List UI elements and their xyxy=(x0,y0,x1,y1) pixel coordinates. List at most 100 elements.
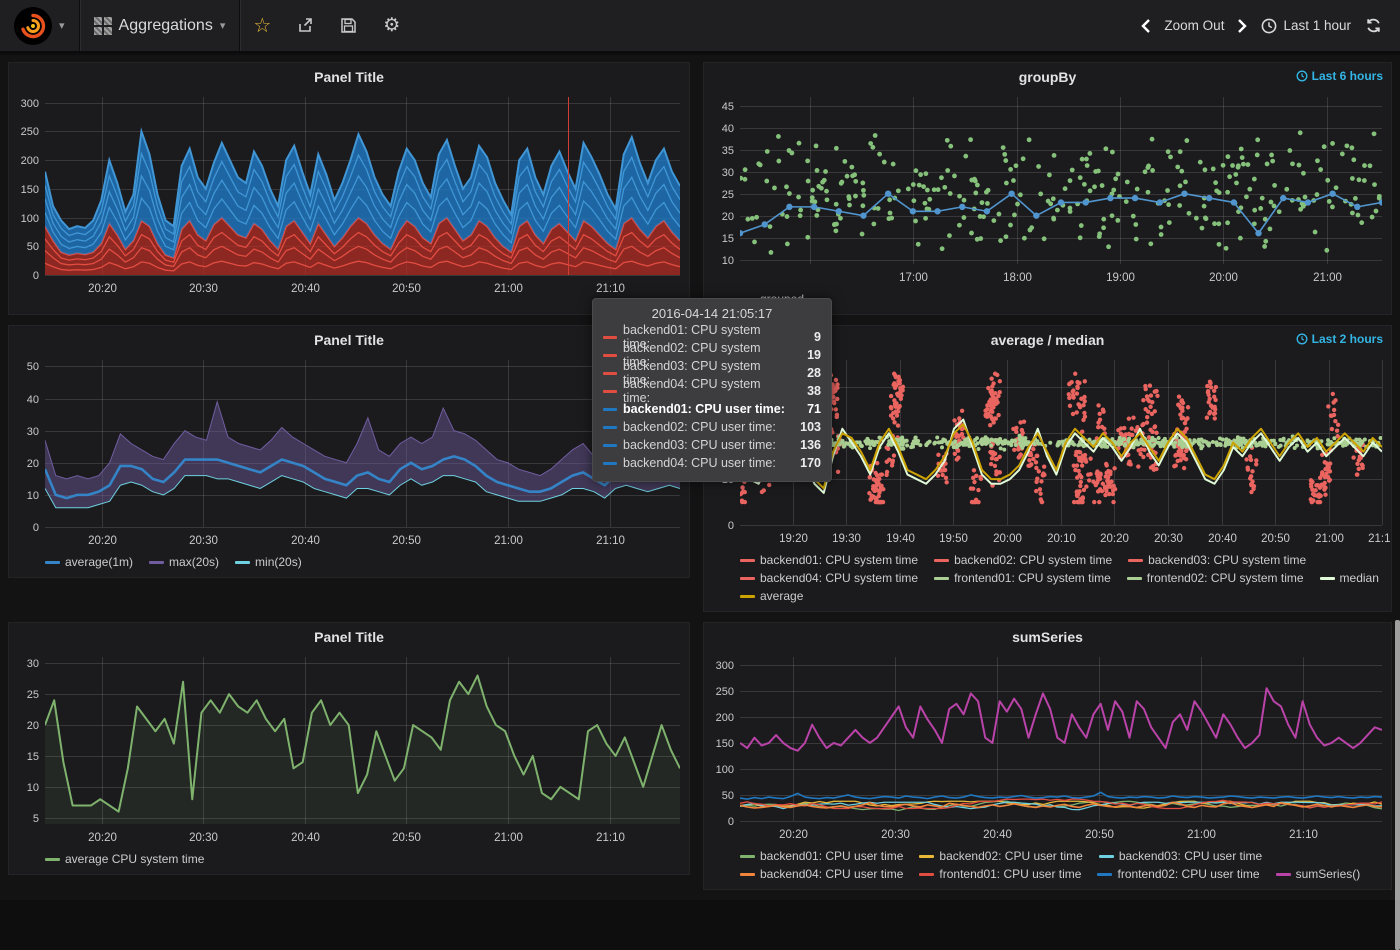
legend-color-dash xyxy=(919,873,934,876)
legend-item[interactable]: max(20s) xyxy=(149,553,219,571)
legend-color-dash xyxy=(919,855,934,858)
panel-time-override-badge[interactable]: Last 2 hours xyxy=(1296,332,1383,346)
dashboard-title: Aggregations xyxy=(119,17,213,35)
legend-label: backend02: CPU system time xyxy=(954,551,1112,569)
legend-label: min(20s) xyxy=(255,553,302,571)
legend-color-dash xyxy=(235,561,250,564)
panel-title[interactable]: Panel Title xyxy=(314,332,384,348)
panel-time-override-badge[interactable]: Last 6 hours xyxy=(1296,69,1383,83)
legend-item[interactable]: backend03: CPU system time xyxy=(1128,551,1306,569)
graph-canvas[interactable] xyxy=(704,353,1391,550)
legend-item[interactable]: frontend02: CPU user time xyxy=(1097,865,1259,883)
dashboard-picker[interactable]: Aggregations ▾ xyxy=(80,0,240,51)
scrollbar-thumb[interactable] xyxy=(1395,620,1400,950)
legend-item[interactable]: frontend01: CPU system time xyxy=(934,569,1111,587)
graph-canvas[interactable] xyxy=(9,90,689,300)
row-collapse-handle[interactable] xyxy=(0,325,5,361)
legend-item[interactable]: backend02: CPU user time xyxy=(919,847,1082,865)
share-button[interactable] xyxy=(284,0,327,51)
time-picker-button[interactable]: Last 1 hour xyxy=(1261,18,1351,34)
legend-item[interactable]: backend04: CPU user time xyxy=(740,865,903,883)
graph-canvas[interactable] xyxy=(704,90,1391,289)
legend-item[interactable]: average CPU system time xyxy=(45,850,204,868)
grafana-logo-button[interactable]: ▾ xyxy=(0,0,79,51)
legend: average(1m) max(20s) min(20s) xyxy=(9,552,689,577)
panel-title[interactable]: average / median xyxy=(991,332,1105,348)
star-favorite-button[interactable]: ☆ xyxy=(240,0,284,51)
panel-header: average / median Last 2 hours xyxy=(704,326,1391,353)
panel-average-cpu: Panel Title average CPU system time xyxy=(8,622,690,875)
row-collapse-handle[interactable] xyxy=(0,622,5,658)
settings-button[interactable]: ⚙ xyxy=(370,0,413,51)
legend-color-dash xyxy=(45,561,60,564)
legend-color-dash xyxy=(1097,873,1112,876)
panel-title[interactable]: groupBy xyxy=(1019,69,1077,85)
legend-color-dash xyxy=(740,298,755,301)
legend-item[interactable]: backend01: CPU user time xyxy=(740,847,903,865)
share-icon xyxy=(297,17,314,34)
legend-item[interactable]: sumSeries() xyxy=(1276,865,1361,883)
panel-sumseries: sumSeries backend01: CPU user timebacken… xyxy=(703,622,1392,890)
clock-icon xyxy=(1296,333,1308,345)
legend-item[interactable]: frontend02: CPU system time xyxy=(1127,569,1304,587)
time-shift-forward-button[interactable] xyxy=(1238,19,1247,33)
zoom-out-button[interactable]: Zoom Out xyxy=(1164,18,1224,33)
legend-color-dash xyxy=(740,559,755,562)
panel-stacked-cpu: Panel Title xyxy=(8,62,690,315)
legend-label: average xyxy=(760,587,803,605)
legend-label: max(20s) xyxy=(169,553,219,571)
legend-item[interactable]: backend04: CPU system time xyxy=(740,569,918,587)
legend-label: average CPU system time xyxy=(65,850,204,868)
legend-label: backend04: CPU system time xyxy=(760,569,918,587)
chevron-down-icon: ▾ xyxy=(59,19,65,32)
legend-label: frontend02: CPU user time xyxy=(1117,865,1259,883)
row-collapse-handle[interactable] xyxy=(0,62,5,98)
graph-canvas[interactable] xyxy=(9,353,689,552)
legend-item[interactable]: frontend01: CPU user time xyxy=(919,865,1081,883)
panel-header: sumSeries xyxy=(704,623,1391,650)
legend-item[interactable]: average xyxy=(740,587,803,605)
legend-label: average(1m) xyxy=(65,553,133,571)
grafana-logo-icon xyxy=(14,7,52,45)
legend-label: frontend01: CPU user time xyxy=(939,865,1081,883)
navbar: ▾ Aggregations ▾ ☆ ⚙ xyxy=(0,0,1400,53)
legend-item[interactable]: min(20s) xyxy=(235,553,302,571)
legend-color-dash xyxy=(740,595,755,598)
legend-color-dash xyxy=(740,855,755,858)
legend-color-dash xyxy=(740,873,755,876)
legend-label: backend01: CPU user time xyxy=(760,847,903,865)
time-shift-back-button[interactable] xyxy=(1141,19,1150,33)
legend: grouped xyxy=(704,289,1391,314)
legend-label: sumSeries() xyxy=(1296,865,1361,883)
refresh-icon xyxy=(1365,17,1382,34)
panel-title[interactable]: Panel Title xyxy=(314,69,384,85)
legend-item[interactable]: backend01: CPU system time xyxy=(740,551,918,569)
legend-label: backend03: CPU user time xyxy=(1119,847,1262,865)
legend-color-dash xyxy=(1128,559,1143,562)
legend-item[interactable]: backend02: CPU system time xyxy=(934,551,1112,569)
legend: backend01: CPU system time backend02: CPU… xyxy=(704,550,1391,611)
graph-canvas[interactable] xyxy=(9,650,689,849)
chevron-left-icon xyxy=(1141,19,1150,33)
legend: average CPU system time xyxy=(9,849,689,874)
legend-item[interactable]: average(1m) xyxy=(45,553,133,571)
legend-label: backend02: CPU user time xyxy=(939,847,1082,865)
legend-color-dash xyxy=(934,559,949,562)
legend-label: backend03: CPU system time xyxy=(1148,551,1306,569)
save-button[interactable] xyxy=(327,0,370,51)
time-range-label: Last 1 hour xyxy=(1283,18,1351,33)
legend-color-dash xyxy=(45,858,60,861)
legend-label: frontend01: CPU system time xyxy=(954,569,1111,587)
graph-canvas[interactable] xyxy=(704,650,1391,846)
legend-item[interactable]: median xyxy=(1320,569,1379,587)
legend-item[interactable]: grouped xyxy=(740,290,804,308)
chevron-right-icon xyxy=(1238,19,1247,33)
panel-title[interactable]: sumSeries xyxy=(1012,629,1083,645)
legend-label: frontend02: CPU system time xyxy=(1147,569,1304,587)
legend: backend01: CPU user time backend02: CPU u… xyxy=(704,846,1391,889)
clock-icon xyxy=(1261,18,1277,34)
panel-avg-max-min: Panel Title average(1m) max(20s) min(20s) xyxy=(8,325,690,578)
refresh-button[interactable] xyxy=(1365,17,1382,34)
panel-title[interactable]: Panel Title xyxy=(314,629,384,645)
legend-item[interactable]: backend03: CPU user time xyxy=(1099,847,1262,865)
